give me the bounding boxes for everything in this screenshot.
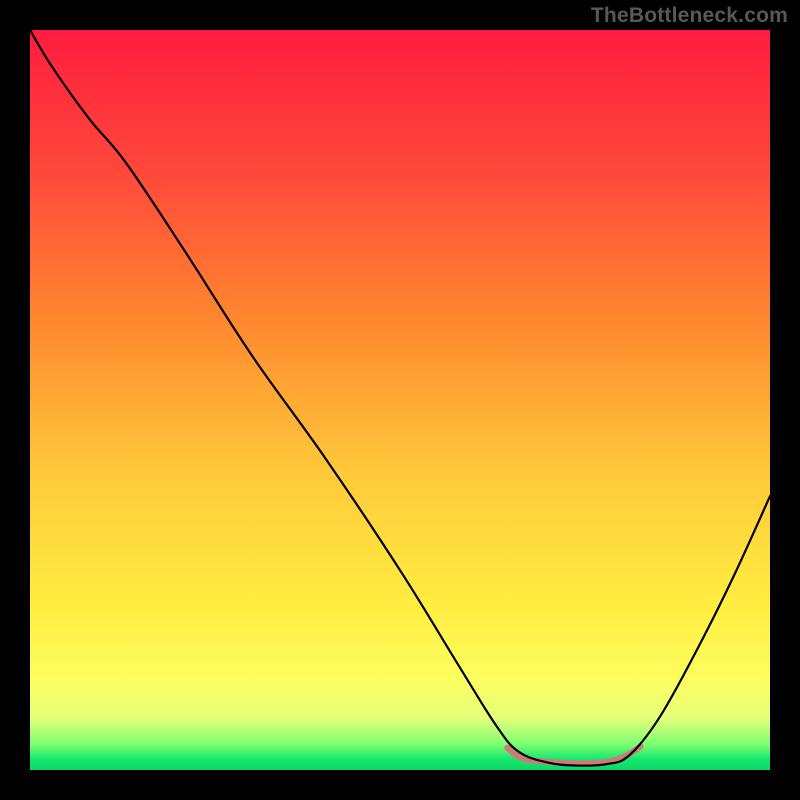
bottleneck-chart	[0, 0, 800, 800]
watermark-text: TheBottleneck.com	[591, 4, 788, 28]
chart-stage: TheBottleneck.com	[0, 0, 800, 800]
plot-background	[30, 30, 770, 770]
